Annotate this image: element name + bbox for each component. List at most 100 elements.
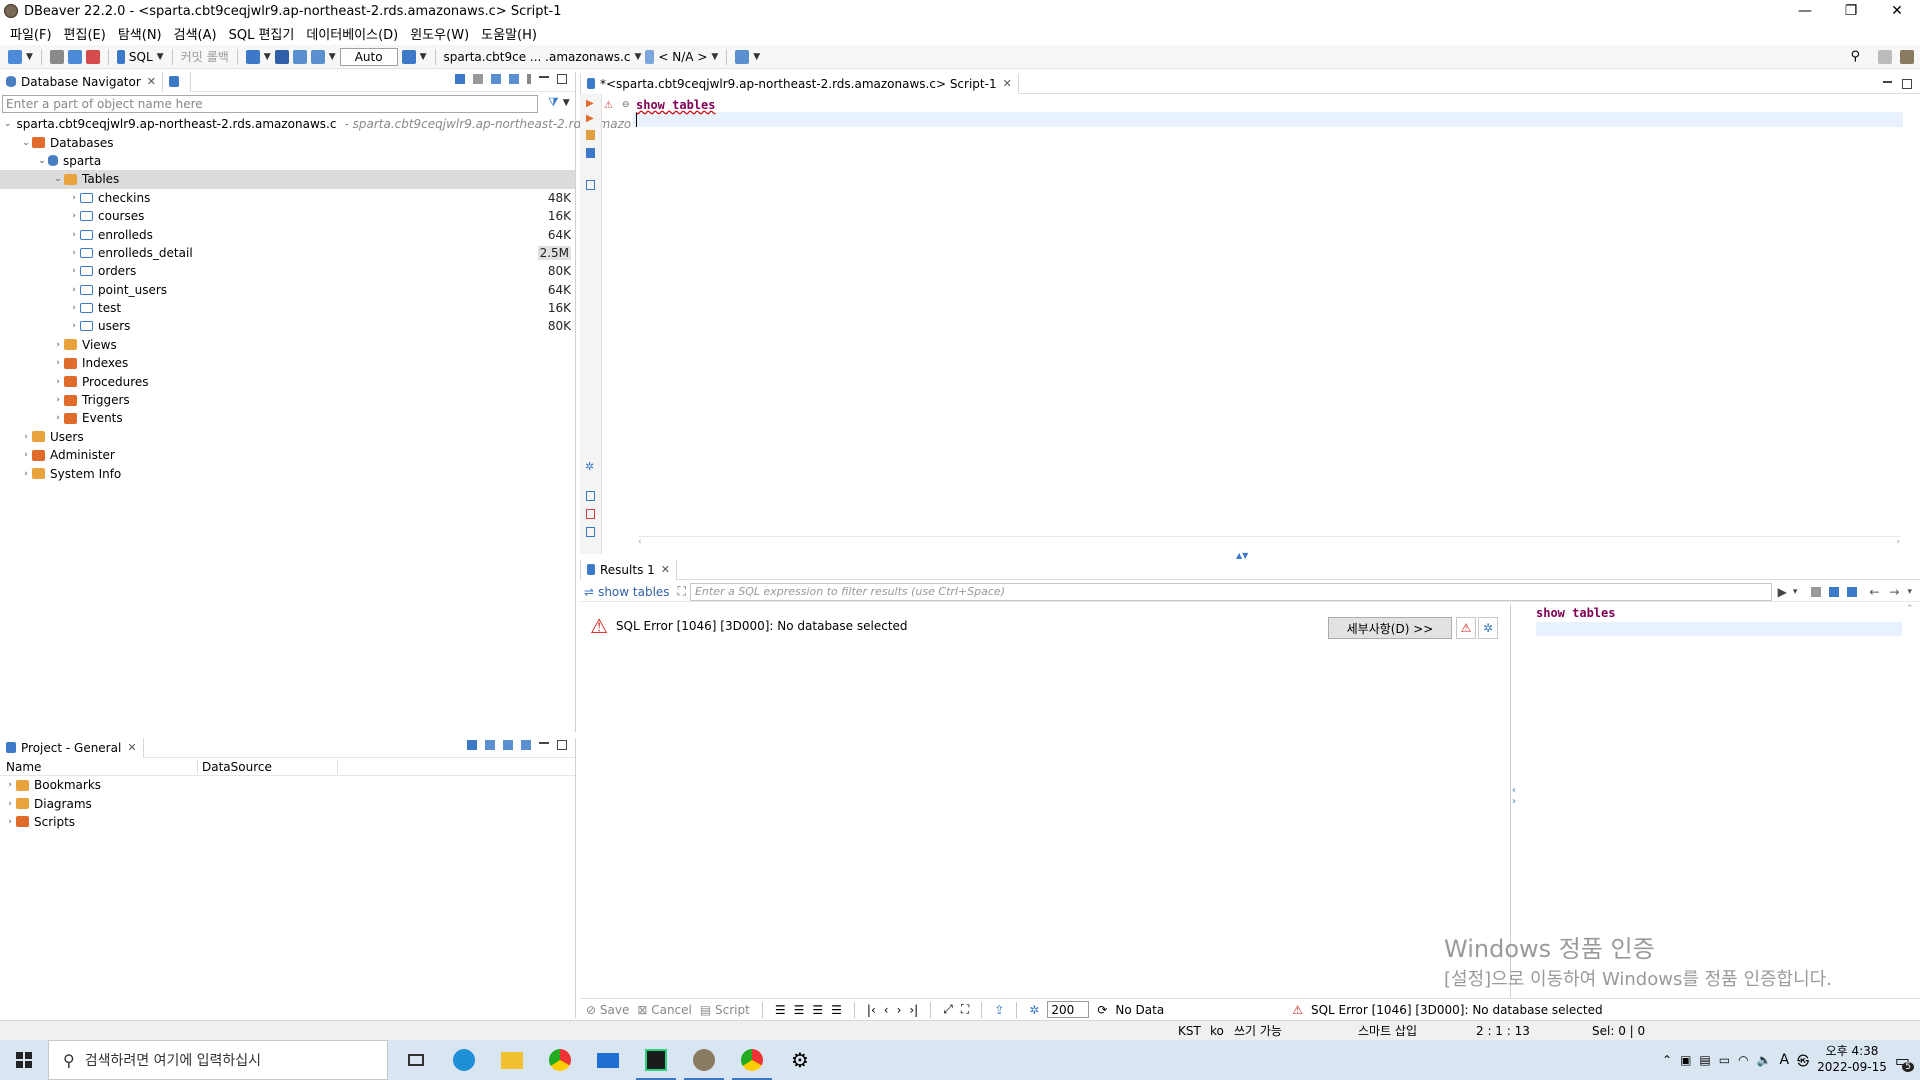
- export-icon[interactable]: ⇪: [994, 1003, 1004, 1017]
- menu-edit[interactable]: 편집(E): [58, 24, 112, 43]
- chevron-right-icon[interactable]: ›: [52, 413, 64, 423]
- notification-icon[interactable]: ▭ 5: [1895, 1051, 1914, 1072]
- invalidate-icon[interactable]: [67, 49, 82, 64]
- delete-row-icon[interactable]: ☰: [831, 1003, 842, 1017]
- tree-item-tables[interactable]: ⌄ Tables: [0, 170, 575, 189]
- menu-search[interactable]: 검색(A): [168, 24, 223, 43]
- tab-script-1[interactable]: *<sparta.cbt9ceqjwlr9.ap-northeast-2.rds…: [580, 73, 1019, 94]
- dbeaver-taskbar-icon[interactable]: [680, 1040, 728, 1080]
- menu-navigate[interactable]: 탐색(N): [112, 24, 168, 43]
- clock[interactable]: 오후 4:38 2022-09-15: [1817, 1044, 1887, 1075]
- error-log-icon[interactable]: ⚠: [1456, 617, 1476, 639]
- execute-script-icon[interactable]: ▶: [586, 113, 601, 124]
- panel-toggle-icon[interactable]: ‹ ›: [1512, 785, 1516, 807]
- previous-page-icon[interactable]: ‹: [884, 1003, 889, 1017]
- back-icon[interactable]: ←: [1869, 585, 1879, 599]
- refresh-results-icon[interactable]: [1847, 586, 1858, 597]
- new-script-icon[interactable]: [586, 491, 595, 501]
- active-datasource[interactable]: sparta.cbt9ce ... .amazonaws.c: [444, 50, 631, 64]
- new-connection-icon[interactable]: [8, 49, 22, 64]
- tree-item-views[interactable]: › Views: [0, 336, 575, 354]
- menu-sql-editor[interactable]: SQL 편집기: [223, 24, 301, 43]
- taskbar-search-box[interactable]: ⚲ 검색하려면 여기에 입력하십시: [48, 1040, 388, 1080]
- network-icon[interactable]: ◠: [1738, 1053, 1748, 1067]
- settings-gear-icon[interactable]: ⚙: [776, 1040, 824, 1080]
- refresh-icon[interactable]: [292, 49, 307, 64]
- transaction-mode-icon[interactable]: [245, 49, 260, 64]
- collapse-all-icon[interactable]: [491, 74, 501, 84]
- close-button[interactable]: ✕: [1874, 0, 1920, 22]
- menu-window[interactable]: 윈도우(W): [404, 24, 475, 43]
- connect-icon[interactable]: [49, 49, 64, 64]
- column-header-name[interactable]: Name: [0, 759, 198, 774]
- first-page-icon[interactable]: |‹: [867, 1003, 876, 1017]
- chevron-right-icon[interactable]: ›: [68, 230, 80, 240]
- collapse-icon[interactable]: [485, 740, 495, 750]
- fetch-icon[interactable]: ⤢: [943, 1002, 953, 1017]
- chevron-right-icon[interactable]: ›: [68, 303, 80, 313]
- column-header-datasource[interactable]: DataSource: [198, 759, 338, 774]
- perspective-icon[interactable]: [1878, 49, 1892, 64]
- tree-item-procedures[interactable]: › Procedures: [0, 372, 575, 390]
- side-query-text[interactable]: show tables: [1536, 606, 1615, 620]
- explain-plan-icon[interactable]: [586, 130, 595, 140]
- battery-icon[interactable]: ▭: [1719, 1053, 1730, 1067]
- tree-item-table[interactable]: › users 80K: [0, 317, 575, 335]
- chevron-right-icon[interactable]: ›: [68, 211, 80, 221]
- chevron-down-icon[interactable]: ⌄: [4, 119, 12, 129]
- edit-row-icon[interactable]: ☰: [775, 1003, 786, 1017]
- chevron-right-icon[interactable]: ›: [52, 377, 64, 387]
- chevron-right-icon[interactable]: ›: [20, 469, 32, 479]
- forward-icon[interactable]: →: [1889, 585, 1899, 599]
- gear-icon[interactable]: [467, 740, 477, 750]
- restore-button[interactable]: ❐: [1828, 0, 1874, 22]
- meet-icon[interactable]: ▣: [1680, 1053, 1691, 1067]
- tree-item-table[interactable]: › point_users 64K: [0, 281, 575, 299]
- expand-icon[interactable]: [503, 740, 513, 750]
- next-page-icon[interactable]: ›: [897, 1003, 902, 1017]
- chrome-window-icon[interactable]: [728, 1040, 776, 1080]
- new-folder-icon[interactable]: [473, 74, 483, 84]
- project-item-bookmarks[interactable]: › Bookmarks: [0, 776, 575, 794]
- maximize-icon[interactable]: [557, 740, 567, 750]
- chevron-down-icon[interactable]: ⌄: [20, 138, 32, 148]
- tree-item-events[interactable]: › Events: [0, 409, 575, 427]
- export-script-icon[interactable]: [586, 527, 595, 537]
- navigator-filter-input[interactable]: Enter a part of object name here: [2, 95, 538, 113]
- tree-item-connection[interactable]: ⌄ sparta.cbt9ceqjwlr9.ap-northeast-2.rds…: [0, 115, 631, 133]
- minimize-icon[interactable]: [539, 76, 549, 82]
- tree-item-table[interactable]: › checkins 48K: [0, 189, 575, 207]
- start-button[interactable]: [0, 1040, 48, 1080]
- load-plan-icon[interactable]: [586, 148, 595, 158]
- add-row-icon[interactable]: ☰: [794, 1003, 805, 1017]
- auto-commit-mode[interactable]: Auto: [339, 47, 398, 66]
- chevron-right-icon[interactable]: ›: [68, 266, 80, 276]
- tree-item-triggers[interactable]: › Triggers: [0, 391, 575, 409]
- apply-filter-icon[interactable]: ▶: [1778, 585, 1787, 599]
- gear-icon[interactable]: ✲: [1029, 1003, 1039, 1017]
- chevron-right-icon[interactable]: ›: [52, 358, 64, 368]
- tree-item-table[interactable]: › enrolleds_detail 2.5M: [0, 244, 575, 262]
- save-button[interactable]: ⊘ Save: [586, 1003, 629, 1017]
- project-item-diagrams[interactable]: › Diagrams: [0, 794, 575, 812]
- maximize-icon[interactable]: [557, 74, 567, 84]
- sql-statement[interactable]: show tables: [636, 98, 715, 112]
- results-filter-input[interactable]: Enter a SQL expression to filter results…: [689, 582, 1772, 601]
- mail-icon[interactable]: [584, 1040, 632, 1080]
- tree-item-table[interactable]: › courses 16K: [0, 207, 575, 225]
- tree-item-system-info[interactable]: › System Info: [0, 464, 575, 482]
- filter-settings-icon[interactable]: [1829, 586, 1840, 597]
- last-page-icon[interactable]: ›|: [909, 1003, 918, 1017]
- chevron-right-icon[interactable]: ›: [20, 432, 32, 442]
- sql-editor-text[interactable]: show tables: [636, 98, 715, 112]
- task-view-icon[interactable]: [392, 1040, 440, 1080]
- disconnect-icon[interactable]: [85, 49, 100, 64]
- link-editor-icon[interactable]: [509, 74, 519, 84]
- open-script-icon[interactable]: [586, 509, 595, 519]
- close-icon[interactable]: ✕: [1003, 77, 1012, 90]
- side-vertical-scrollbar[interactable]: ⌃: [1906, 604, 1916, 994]
- chevron-down-icon[interactable]: ⌄: [36, 156, 48, 166]
- chevron-up-icon[interactable]: ⌃: [1662, 1053, 1672, 1067]
- filter-history-icon[interactable]: ▾: [1793, 587, 1798, 597]
- isolation-icon[interactable]: [310, 49, 325, 64]
